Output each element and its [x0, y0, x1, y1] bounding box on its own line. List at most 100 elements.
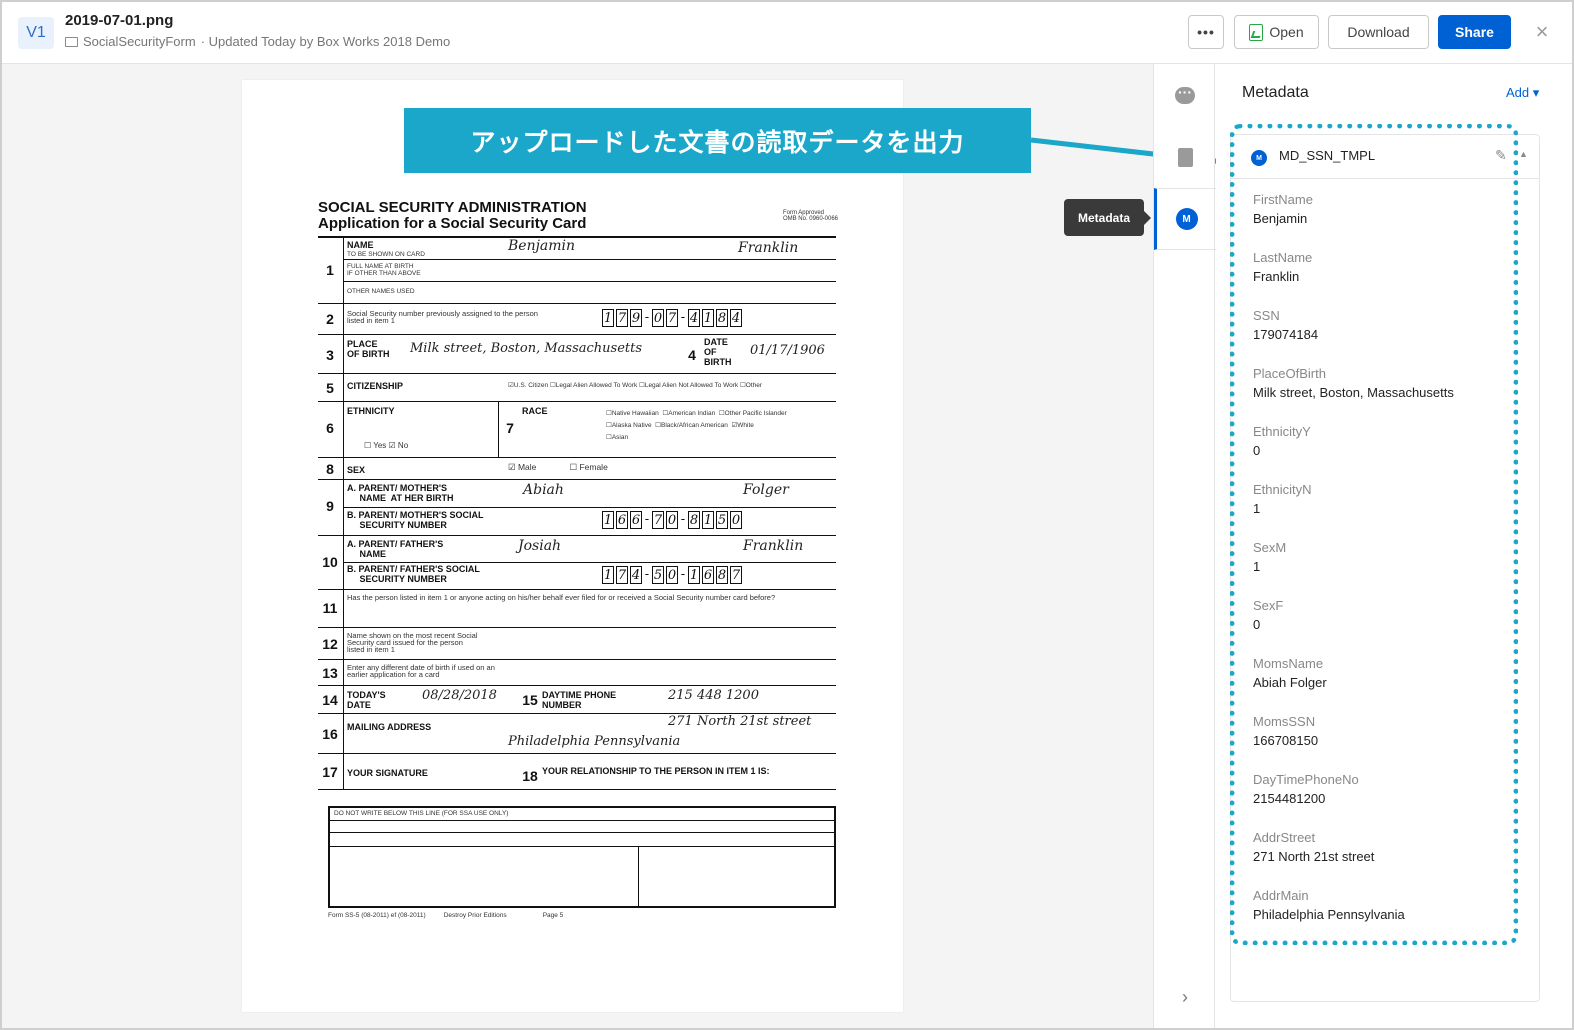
- callout-banner: アップロードした文書の読取データを出力: [404, 108, 1031, 173]
- ssn-digit: 5: [652, 566, 664, 584]
- field-value[interactable]: 179074184: [1253, 326, 1318, 344]
- share-button[interactable]: Share: [1438, 15, 1511, 49]
- sidebar-title: Metadata: [1242, 84, 1309, 101]
- ssn-digit: 7: [730, 566, 742, 584]
- ssn-digit: 1: [602, 566, 614, 584]
- form-title: SOCIAL SECURITY ADMINISTRATION: [318, 199, 587, 216]
- ssn-dash: -: [644, 512, 650, 527]
- ssn-digit: 1: [702, 309, 714, 327]
- details-tab[interactable]: [1154, 126, 1216, 188]
- mom-ssn-boxes: 166-70-8150: [602, 511, 742, 529]
- field-label: LastName: [1253, 250, 1313, 265]
- form-row-11: 11 Has the person listed in item 1 or an…: [318, 590, 836, 628]
- more-options-button[interactable]: •••: [1188, 15, 1224, 49]
- field-label: SexM: [1253, 540, 1287, 555]
- chevron-right-icon[interactable]: ›: [1154, 987, 1216, 1008]
- document-icon: [1177, 147, 1193, 167]
- field-value[interactable]: 0: [1253, 442, 1311, 460]
- field-value[interactable]: Milk street, Boston, Massachusetts: [1253, 384, 1454, 402]
- ssn-digit: 7: [616, 566, 628, 584]
- field-label: FirstName: [1253, 192, 1313, 207]
- form-row-1: 1 NAME TO BE SHOWN ON CARD FULL NAME AT …: [318, 238, 836, 304]
- close-icon[interactable]: ×: [1530, 20, 1554, 44]
- ss5-form-image: SOCIAL SECURITY ADMINISTRATION Applicati…: [318, 199, 838, 919]
- pencil-icon[interactable]: ✎: [1495, 147, 1507, 164]
- form-subtitle: Application for a Social Security Card: [318, 215, 587, 232]
- ssn-digit: 8: [688, 511, 700, 529]
- document-page: SOCIAL SECURITY ADMINISTRATION Applicati…: [242, 80, 903, 1012]
- form-footer: Form SS-5 (08-2011) ef (08-2011) Destroy…: [328, 912, 564, 919]
- form-row-16: 16 MAILING ADDRESS 271 North 21st street…: [318, 714, 836, 754]
- ssn-digit: 6: [616, 511, 628, 529]
- folder-link[interactable]: SocialSecurityForm: [83, 34, 196, 49]
- caret-up-icon[interactable]: ▲: [1519, 149, 1528, 159]
- ssn-digit: 0: [666, 566, 678, 584]
- field-label: SSN: [1253, 308, 1280, 323]
- form-row-6: 6 ETHNICITY ☐ Yes ☑ No 7 RACE ☐Native Ha…: [318, 402, 836, 458]
- form-row-9: 9 A. PARENT/ MOTHER'S NAME AT HER BIRTH …: [318, 480, 836, 536]
- preview-header: V1 2019-07-01.png SocialSecurityForm · U…: [2, 2, 1572, 64]
- field-label: PlaceOfBirth: [1253, 366, 1326, 381]
- ssn-dash: -: [644, 310, 650, 325]
- form-approved: Form Approved OMB No. 0960-0066: [782, 210, 838, 222]
- field-label: SexF: [1253, 598, 1284, 613]
- template-header[interactable]: M MD_SSN_TMPL ✎ ▲: [1231, 135, 1539, 179]
- ssn-digit: 4: [688, 309, 700, 327]
- ssn-digit: 8: [716, 566, 728, 584]
- file-subline: SocialSecurityForm · Updated Today by Bo…: [65, 34, 450, 49]
- ssn-digit: 1: [688, 566, 700, 584]
- updated-text: · Updated Today by Box Works 2018 Demo: [200, 34, 451, 49]
- ssn-digit: 0: [666, 511, 678, 529]
- form-row-12: 12 Name shown on the most recent Social …: [318, 628, 836, 660]
- preview-area: SOCIAL SECURITY ADMINISTRATION Applicati…: [2, 64, 1153, 1028]
- open-button[interactable]: Open: [1234, 15, 1319, 49]
- activity-tab[interactable]: [1154, 64, 1216, 126]
- add-template-button[interactable]: Add ▾: [1506, 85, 1539, 101]
- birthplace-hand: Milk street, Boston, Massachusetts: [410, 341, 643, 356]
- field-value[interactable]: 1: [1253, 558, 1286, 576]
- folder-icon: [65, 36, 78, 47]
- form-row-8: 8 SEX ☑ Male ☐ Female: [318, 458, 836, 480]
- ssn-digit: 1: [602, 511, 614, 529]
- field-value[interactable]: 271 North 21st street: [1253, 848, 1374, 866]
- field-value[interactable]: 0: [1253, 616, 1283, 634]
- metadata-field: AddrMain Philadelphia Pennsylvania: [1253, 887, 1405, 924]
- ssn-digit: 7: [666, 309, 678, 327]
- field-label: AddrMain: [1253, 888, 1309, 903]
- ssa-use-only-box: DO NOT WRITE BELOW THIS LINE (FOR SSA US…: [328, 806, 836, 908]
- form-row-13: 13 Enter any different date of birth if …: [318, 660, 836, 686]
- first-name-hand: Benjamin: [508, 238, 576, 254]
- field-value[interactable]: Philadelphia Pennsylvania: [1253, 906, 1405, 924]
- metadata-tab[interactable]: M: [1154, 188, 1216, 250]
- form-row-5: 5 CITIZENSHIP ☑U.S. Citizen ☐Legal Alien…: [318, 374, 836, 402]
- open-label: Open: [1269, 24, 1304, 40]
- field-value[interactable]: Benjamin: [1253, 210, 1313, 228]
- field-value[interactable]: 166708150: [1253, 732, 1318, 750]
- sheet-app-icon: [1249, 23, 1264, 41]
- field-value[interactable]: Abiah Folger: [1253, 674, 1327, 692]
- field-label: AddrStreet: [1253, 830, 1316, 845]
- field-value[interactable]: 2154481200: [1253, 790, 1359, 808]
- ssn-digit: 7: [652, 511, 664, 529]
- metadata-tooltip: Metadata: [1064, 199, 1151, 236]
- field-value[interactable]: 1: [1253, 500, 1312, 518]
- ssn-digit: 5: [716, 511, 728, 529]
- metadata-sidebar: Metadata Add ▾ M MD_SSN_TMPL ✎ ▲ FirstNa…: [1216, 64, 1572, 1028]
- form-row-3: 3 PLACE OF BIRTH Milk street, Boston, Ma…: [318, 335, 836, 374]
- ssn-digit: 0: [652, 309, 664, 327]
- ssn-digit: 6: [630, 511, 642, 529]
- metadata-field: AddrStreet 271 North 21st street: [1253, 829, 1374, 866]
- field-label: MomsSSN: [1253, 714, 1316, 729]
- download-button[interactable]: Download: [1328, 15, 1429, 49]
- metadata-field: DayTimePhoneNo 2154481200: [1253, 771, 1359, 808]
- ssn-digit: 8: [716, 309, 728, 327]
- metadata-card: M MD_SSN_TMPL ✎ ▲ FirstName Benjamin LastN…: [1230, 134, 1540, 1002]
- ssn-digit: 7: [616, 309, 628, 327]
- metadata-icon: M: [1175, 208, 1198, 230]
- field-value[interactable]: Franklin: [1253, 268, 1312, 286]
- field-label: MomsName: [1253, 656, 1324, 671]
- metadata-field: FirstName Benjamin: [1253, 191, 1313, 228]
- version-badge[interactable]: V1: [18, 17, 54, 49]
- ssn-dash: -: [680, 310, 686, 325]
- last-name-hand: Franklin: [738, 240, 799, 256]
